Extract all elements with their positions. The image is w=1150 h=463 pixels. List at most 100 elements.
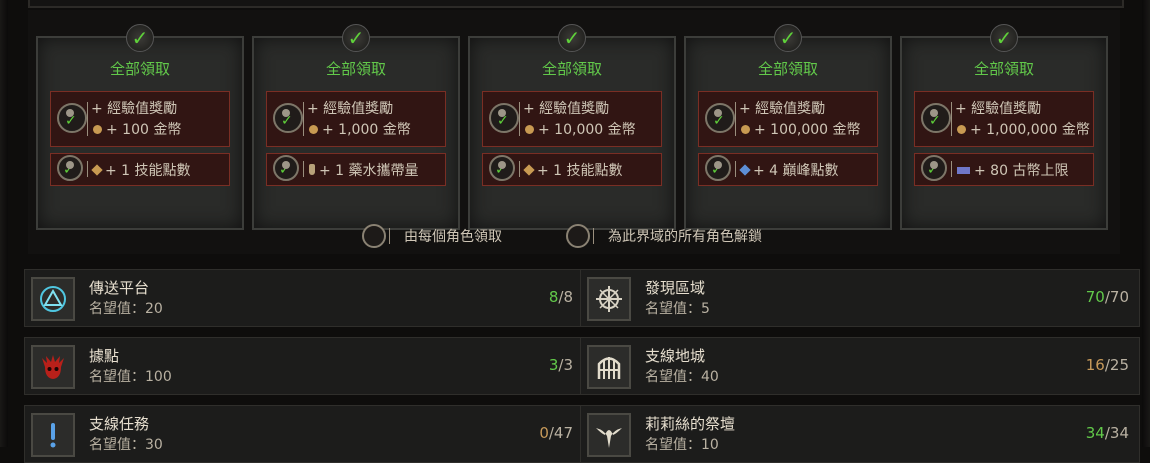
account-wide-reward: ✓ + 1 技能點數: [50, 153, 230, 186]
per-character-icon: ✓: [57, 103, 87, 133]
entry-dungeons[interactable]: 支線地城 名望值：40 16/25: [580, 337, 1140, 395]
xp-reward: + 經驗值獎勵: [307, 101, 394, 117]
entry-progress: 3/3: [548, 356, 573, 374]
potion-capacity-reward: + 1 藥水攜帶量: [307, 160, 419, 180]
skill-point-reward: + 1 技能點數: [523, 160, 623, 180]
divider: [87, 102, 88, 136]
reward-tier-4[interactable]: ✓ 全部領取 ✓ + 經驗值獎勵 + 100,000 金幣 ✓ + 4 巔峰點數: [684, 24, 892, 230]
xp-reward: + 經驗值獎勵: [739, 101, 826, 117]
account-wide-icon: ✓: [921, 155, 947, 181]
reward-tier-1[interactable]: ✓ 全部領取 ✓ + 經驗值獎勵 + 100 金幣 ✓ + 1 技能點數: [36, 24, 244, 230]
divider: [519, 161, 520, 177]
xp-reward: + 經驗值獎勵: [91, 101, 178, 117]
entry-title: 發現區域: [645, 279, 706, 297]
gold-icon: [93, 125, 102, 134]
per-character-icon: ✓: [489, 103, 519, 133]
divider: [389, 228, 390, 244]
checkmark-icon: ✓: [558, 24, 586, 52]
per-character-rewards: ✓ + 經驗值獎勵 + 100,000 金幣: [698, 91, 878, 147]
entry-renown: 名望值：20: [89, 301, 163, 317]
paragon-points-reward: + 4 巔峰點數: [739, 160, 839, 180]
per-character-rewards: ✓ + 經驗值獎勵 + 10,000 金幣: [482, 91, 662, 147]
divider: [519, 102, 520, 136]
gold-reward: + 100 金幣: [91, 119, 181, 139]
left-frame-border: [0, 0, 8, 447]
entry-progress: 34/34: [1085, 424, 1129, 442]
checkmark-icon: ✓: [774, 24, 802, 52]
entry-title: 支線地城: [645, 347, 706, 365]
lilith-altar-icon: [587, 413, 631, 457]
entry-renown: 名望值：30: [89, 437, 163, 453]
top-panel-edge: [28, 0, 1124, 8]
xp-reward: + 經驗值獎勵: [955, 101, 1042, 117]
divider: [303, 102, 304, 136]
claim-all-label: 全部領取: [973, 60, 1034, 78]
divider: [593, 228, 594, 244]
entry-altars-of-lilith[interactable]: 莉莉絲的祭壇 名望值：10 34/34: [580, 405, 1140, 463]
reward-tier-5[interactable]: ✓ 全部領取 ✓ + 經驗值獎勵 + 1,000,000 金幣 ✓ + 80 古…: [900, 24, 1108, 230]
xp-reward: + 經驗值獎勵: [523, 101, 610, 117]
account-wide-icon: ✓: [705, 155, 731, 181]
entry-title: 傳送平台: [89, 279, 150, 297]
entry-strongholds[interactable]: 據點 名望值：100 3/3: [24, 337, 584, 395]
claim-all-label: 全部領取: [109, 60, 170, 78]
entry-title: 據點: [89, 347, 120, 365]
claim-all-label: 全部領取: [541, 60, 602, 78]
divider: [87, 161, 88, 177]
reward-tier-3[interactable]: ✓ 全部領取 ✓ + 經驗值獎勵 + 10,000 金幣 ✓ + 1 技能點數: [468, 24, 676, 230]
right-frame-border: [1142, 0, 1150, 447]
entry-renown: 名望值：40: [645, 369, 719, 385]
account-wide-reward: ✓ + 1 技能點數: [482, 153, 662, 186]
legend-per-character-text: 由每個角色領取: [404, 229, 502, 245]
account-wide-reward: ✓ + 4 巔峰點數: [698, 153, 878, 186]
account-wide-icon: ✓: [273, 155, 299, 181]
entry-progress: 16/25: [1085, 356, 1129, 374]
per-character-rewards: ✓ + 經驗值獎勵 + 1,000 金幣: [266, 91, 446, 147]
gold-reward: + 100,000 金幣: [739, 119, 861, 139]
potion-icon: [309, 164, 315, 175]
paragon-icon: [739, 164, 751, 176]
per-character-icon: ✓: [273, 103, 303, 133]
reward-tier-2[interactable]: ✓ 全部領取 ✓ + 經驗值獎勵 + 1,000 金幣 ✓ + 1 藥水攜帶量: [252, 24, 460, 230]
divider: [735, 161, 736, 177]
gold-reward: + 10,000 金幣: [523, 119, 636, 139]
demon-skull-icon: [31, 345, 75, 389]
obol-cap-reward: + 80 古幣上限: [955, 160, 1068, 180]
skill-point-icon: [91, 164, 103, 176]
divider: [735, 102, 736, 136]
divider: [303, 161, 304, 177]
entry-renown: 名望值：100: [89, 369, 172, 385]
claim-all-label: 全部領取: [325, 60, 386, 78]
checkmark-icon: ✓: [990, 24, 1018, 52]
gold-icon: [957, 125, 966, 134]
per-character-rewards: ✓ + 經驗值獎勵 + 100 金幣: [50, 91, 230, 147]
gold-icon: [525, 125, 534, 134]
account-wide-icon: ✓: [489, 155, 515, 181]
gold-reward: + 1,000 金幣: [307, 119, 411, 139]
entry-progress: 8/8: [548, 288, 573, 306]
claim-all-label: 全部領取: [757, 60, 818, 78]
skill-point-icon: [523, 164, 535, 176]
entry-areas-discovered[interactable]: 發現區域 名望值：5 70/70: [580, 269, 1140, 327]
entry-renown: 名望值：5: [645, 301, 710, 317]
per-character-icon: ✓: [921, 103, 951, 133]
account-wide-reward: ✓ + 80 古幣上限: [914, 153, 1094, 186]
checkmark-icon: ✓: [126, 24, 154, 52]
gate-icon: [587, 345, 631, 389]
renown-rewards-panel: ✓ 全部領取 ✓ + 經驗值獎勵 + 100 金幣 ✓ + 1 技能點數 ✓ 全…: [28, 10, 1120, 254]
obol-icon: [957, 167, 970, 174]
gold-icon: [309, 125, 318, 134]
per-character-rewards: ✓ + 經驗值獎勵 + 1,000,000 金幣: [914, 91, 1094, 147]
entry-progress: 70/70: [1085, 288, 1129, 306]
gold-icon: [741, 125, 750, 134]
entry-renown: 名望值：10: [645, 437, 719, 453]
exclamation-icon: [31, 413, 75, 457]
skill-point-reward: + 1 技能點數: [91, 160, 191, 180]
divider: [951, 161, 952, 177]
entry-title: 莉莉絲的祭壇: [645, 415, 736, 433]
entry-side-quests[interactable]: 支線任務 名望值：30 0/47: [24, 405, 584, 463]
entry-progress: 0/47: [539, 424, 573, 442]
legend-all-characters-text: 為此界域的所有角色解鎖: [608, 229, 762, 245]
entry-waypoints[interactable]: 傳送平台 名望值：20 8/8: [24, 269, 584, 327]
entry-title: 支線任務: [89, 415, 150, 433]
